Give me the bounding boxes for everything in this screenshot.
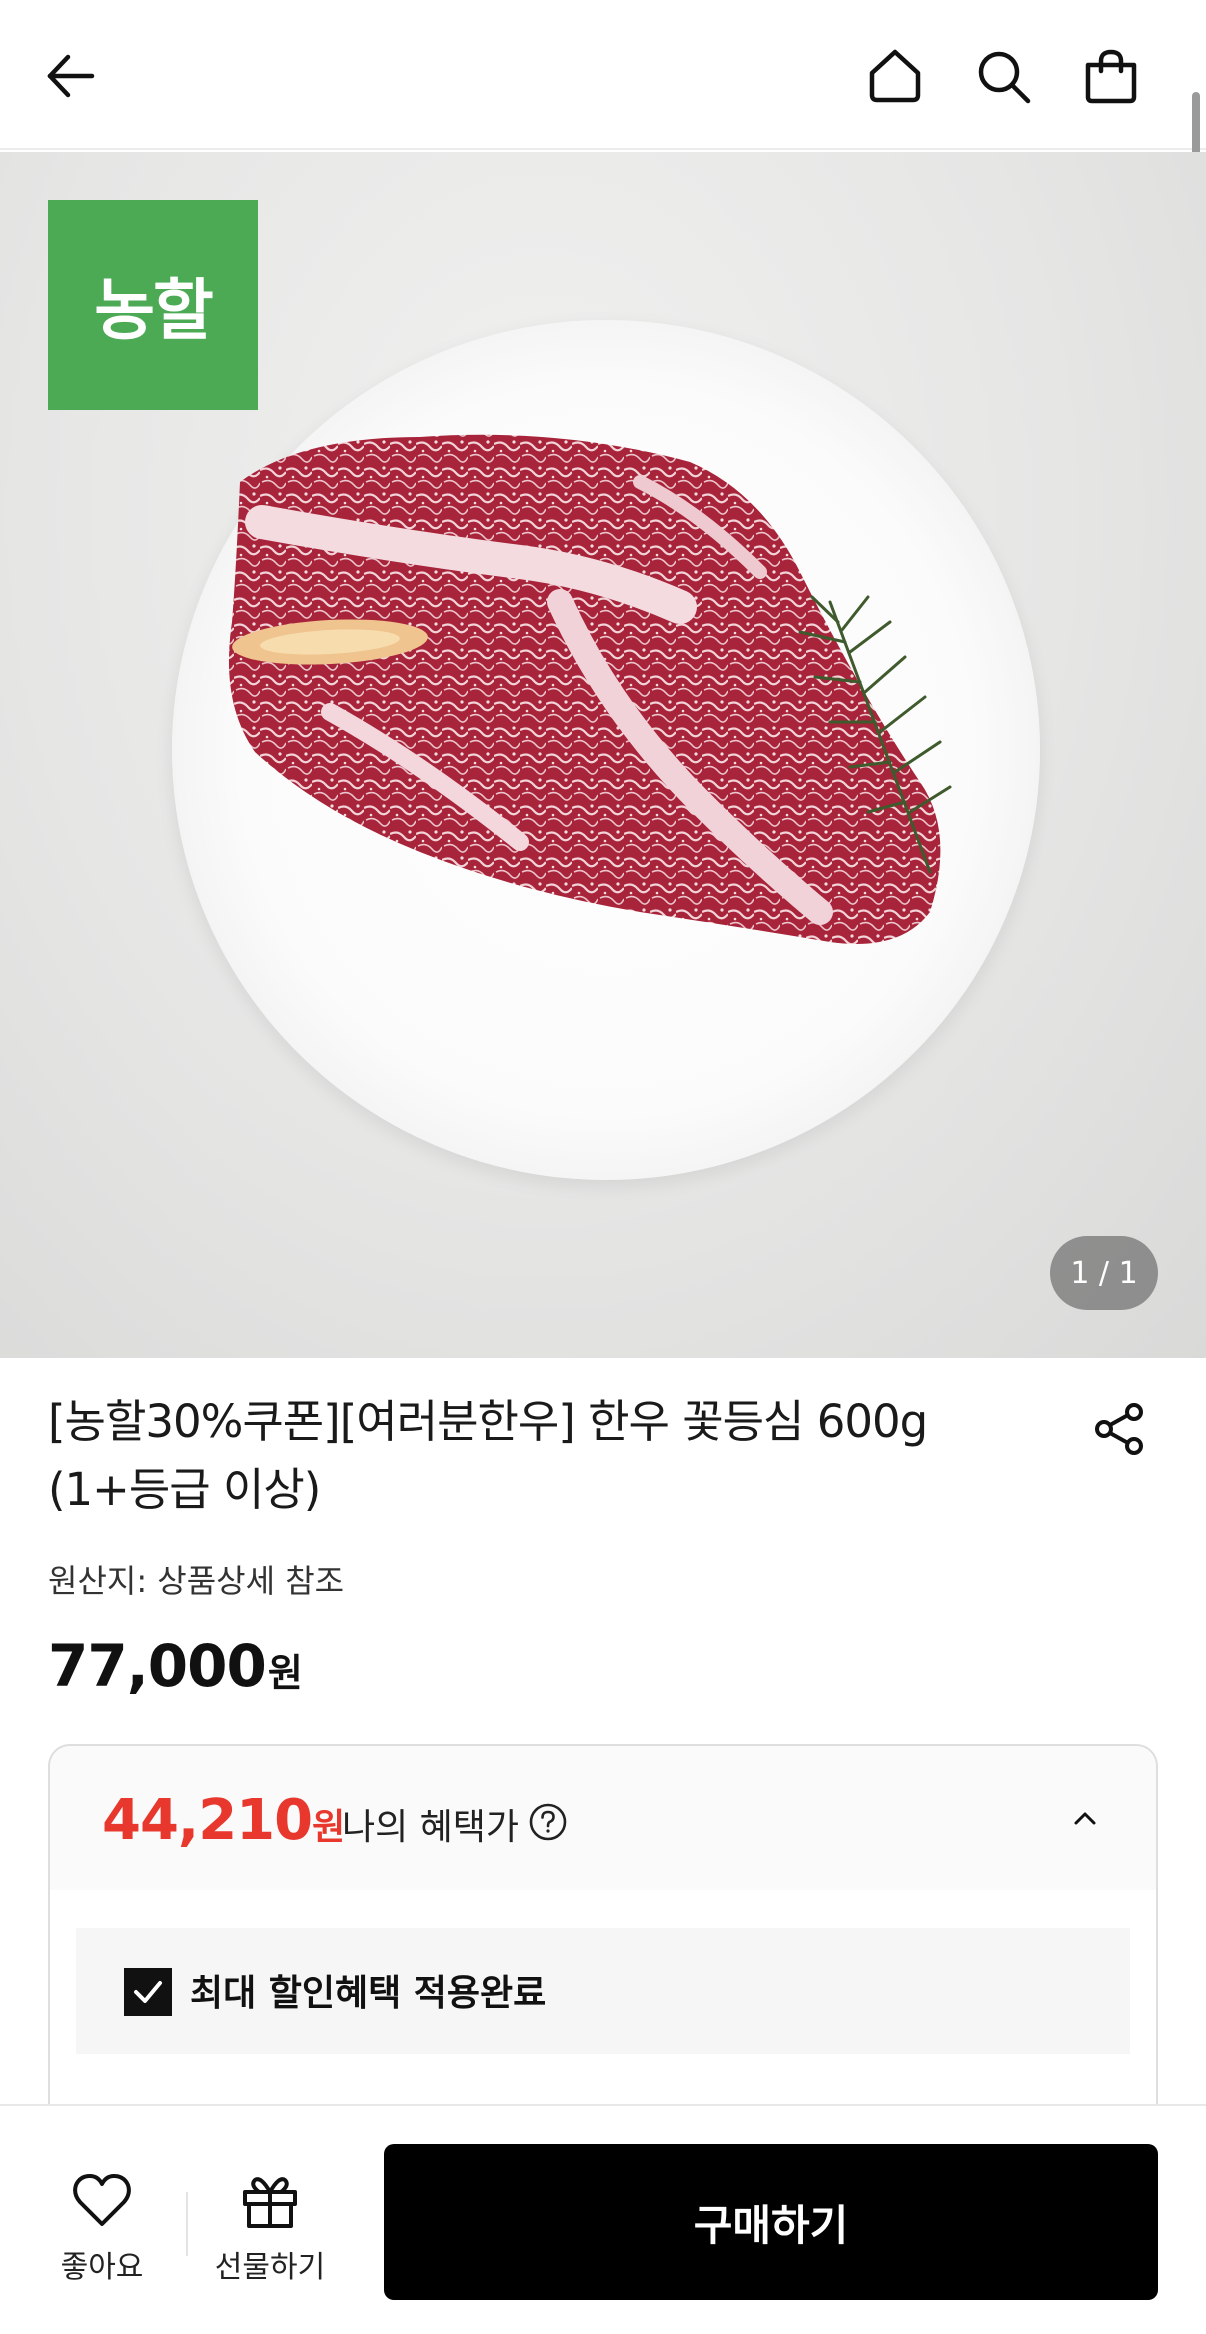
home-button[interactable] xyxy=(860,38,930,114)
benefit-label: 나의 혜택가 xyxy=(342,1807,520,1848)
top-app-bar xyxy=(0,0,1206,150)
heart-icon xyxy=(73,2174,131,2226)
like-button[interactable]: 좋아요 xyxy=(22,2170,182,2286)
question-circle-icon[interactable] xyxy=(528,1802,568,1842)
search-icon xyxy=(978,51,1031,104)
benefit-price-value: 44,210 xyxy=(102,1788,313,1853)
product-title: [농할30%쿠폰][여러분한우] 한우 꽃등심 600g (1+등급 이상) xyxy=(48,1388,1028,1524)
discount-applied-row: 최대 할인혜택 적용완료 xyxy=(76,1928,1130,2054)
home-icon xyxy=(869,49,921,103)
product-title-line2: (1+등급 이상) xyxy=(48,1463,321,1516)
check-icon xyxy=(134,1981,162,2003)
like-label: 좋아요 xyxy=(60,2250,144,2285)
product-image-carousel[interactable]: 농할 1 / 1 xyxy=(0,152,1206,1358)
applied-label: 최대 할인혜택 적용완료 xyxy=(190,1973,547,2014)
back-button[interactable] xyxy=(36,38,106,114)
cart-button[interactable] xyxy=(1076,38,1146,114)
arrow-left-icon xyxy=(47,54,95,98)
gift-button[interactable]: 선물하기 xyxy=(190,2170,350,2286)
shopping-bag-icon xyxy=(1085,49,1137,104)
product-price: 77,000원 xyxy=(48,1632,303,1700)
image-page-indicator: 1 / 1 xyxy=(1050,1236,1158,1310)
price-unit: 원 xyxy=(267,1651,303,1695)
chevron-up-icon[interactable] xyxy=(1068,1802,1102,1836)
buy-button[interactable]: 구매하기 xyxy=(384,2144,1158,2300)
gift-label: 선물하기 xyxy=(214,2250,326,2285)
benefit-panel: 44,210원 나의 혜택가 최대 할인혜택 적용완료 xyxy=(48,1744,1158,2144)
share-icon xyxy=(1095,1403,1143,1455)
bottom-divider xyxy=(186,2192,188,2256)
brand-badge-text: 농할 xyxy=(94,272,213,349)
benefit-price: 44,210원 xyxy=(102,1788,345,1853)
share-button[interactable] xyxy=(1090,1396,1150,1462)
applied-checkbox[interactable] xyxy=(124,1968,172,2016)
benefit-price-unit: 원 xyxy=(312,1807,345,1848)
product-title-line1: [농할30%쿠폰][여러분한우] 한우 꽃등심 600g xyxy=(48,1395,928,1448)
gift-icon xyxy=(243,2177,297,2228)
bottom-action-bar: 좋아요 선물하기 구매하기 xyxy=(0,2104,1206,2334)
origin-text: 원산지: 상품상세 참조 xyxy=(48,1562,345,1600)
brand-badge: 농할 xyxy=(48,200,258,410)
search-button[interactable] xyxy=(968,38,1038,114)
benefit-header[interactable]: 44,210원 나의 혜택가 xyxy=(50,1746,1156,1890)
price-value: 77,000 xyxy=(48,1632,267,1700)
